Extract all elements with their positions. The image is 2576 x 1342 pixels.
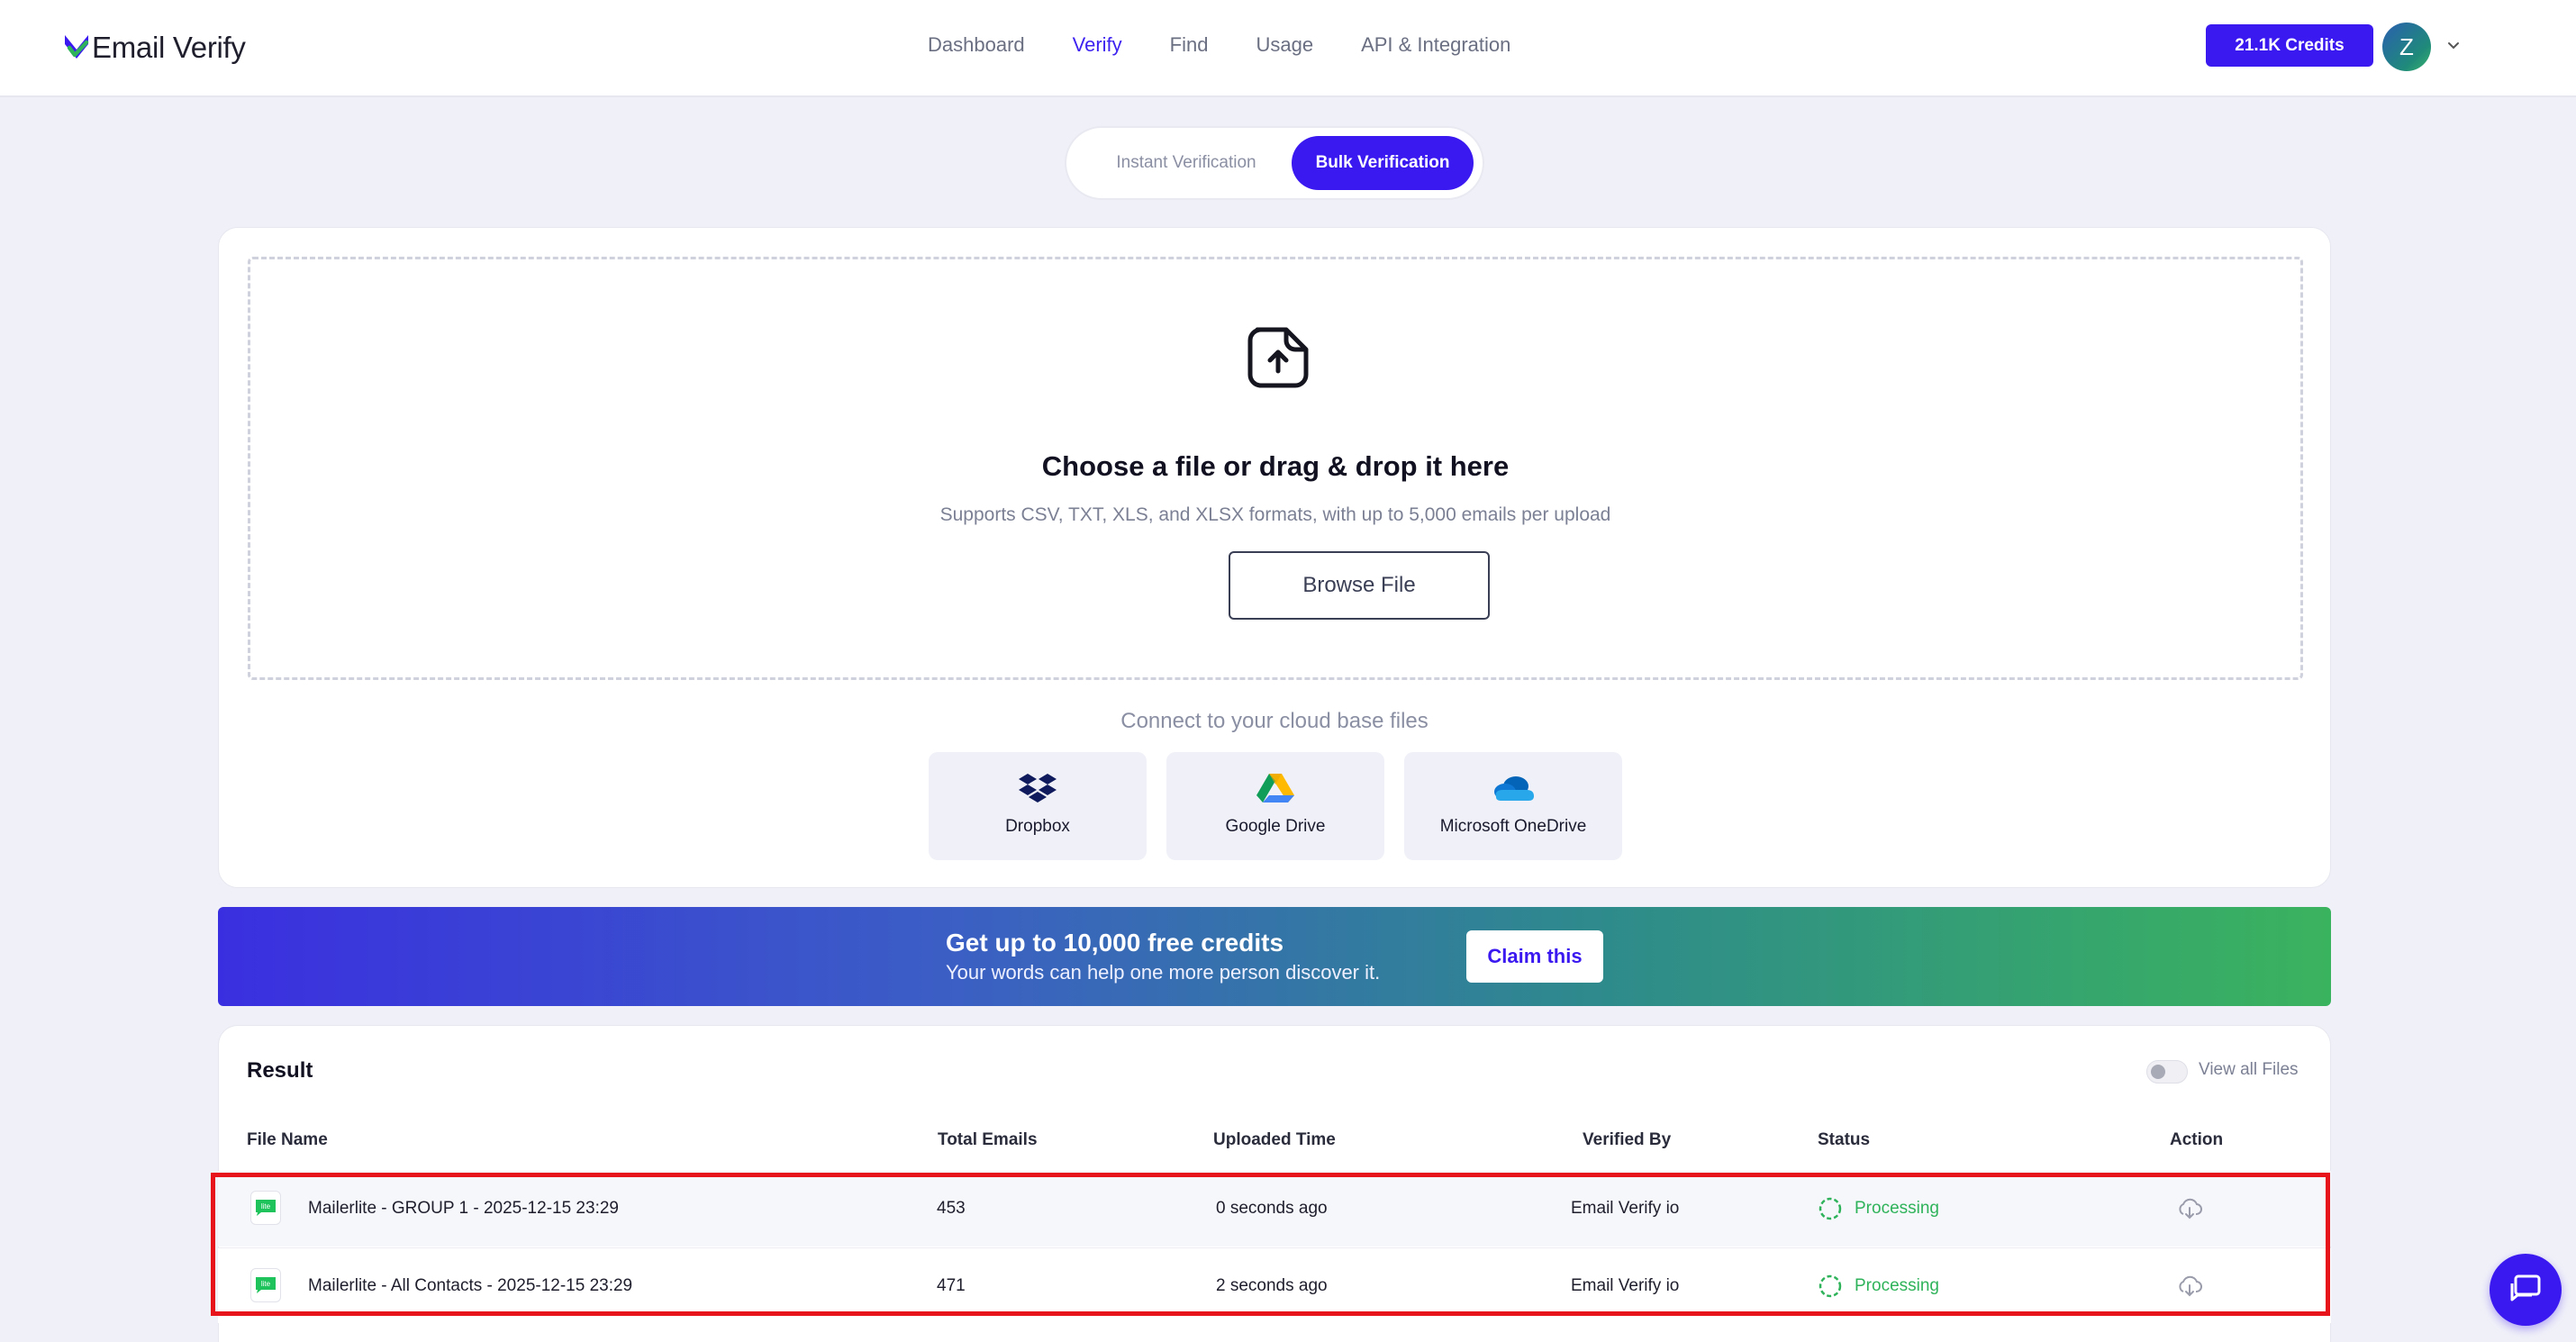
app-logo[interactable]: Email Verify [63, 27, 246, 68]
uploaded-time-cell: 2 seconds ago [1216, 1276, 1328, 1295]
processing-spinner-icon [1819, 1197, 1842, 1220]
cloud-download-icon[interactable] [2176, 1195, 2203, 1222]
free-credits-banner: Get up to 10,000 free credits Your words… [218, 907, 2331, 1006]
dropbox-icon [1019, 774, 1057, 802]
table-row: lite Mailerlite - GROUP 1 - 2025-12-15 2… [218, 1171, 2331, 1247]
verification-mode-switch: Instant Verification Bulk Verification [1065, 126, 1484, 200]
column-header-status: Status [1818, 1130, 1871, 1149]
upload-card: Choose a file or drag & drop it here Sup… [218, 227, 2331, 888]
nav-item-api-integration[interactable]: API & Integration [1361, 27, 1510, 63]
browse-file-button[interactable]: Browse File [1229, 551, 1490, 620]
cloud-source-label: Dropbox [1005, 817, 1070, 836]
uploaded-time-cell: 0 seconds ago [1216, 1199, 1328, 1218]
dropzone-subtitle: Supports CSV, TXT, XLS, and XLSX formats… [939, 504, 1611, 525]
mailerlite-source-icon: lite [250, 1191, 281, 1225]
nav-item-usage[interactable]: Usage [1256, 27, 1313, 63]
mailerlite-source-icon: lite [250, 1268, 281, 1302]
nav-item-dashboard[interactable]: Dashboard [928, 27, 1025, 63]
tab-bulk-verification[interactable]: Bulk Verification [1292, 136, 1474, 190]
file-name-cell[interactable]: Mailerlite - All Contacts - 2025-12-15 2… [308, 1248, 632, 1324]
processing-spinner-icon [1819, 1274, 1842, 1298]
dropzone-title: Choose a file or drag & drop it here [1041, 450, 1510, 482]
status-text: Processing [1855, 1276, 1939, 1295]
column-header-action: Action [2170, 1130, 2224, 1149]
tab-instant-verification[interactable]: Instant Verification [1075, 136, 1297, 190]
view-all-files-label: View all Files [2199, 1060, 2299, 1079]
logo-mark-icon [65, 35, 89, 59]
column-header-uploaded-time: Uploaded Time [1213, 1130, 1336, 1149]
main-nav: Dashboard Verify Find Usage API & Integr… [928, 27, 1558, 63]
total-emails-cell: 471 [937, 1276, 966, 1295]
verified-by-cell: Email Verify io [1571, 1276, 1680, 1295]
onedrive-icon [1494, 776, 1534, 801]
google-drive-icon [1256, 774, 1294, 802]
view-all-files-toggle[interactable] [2146, 1060, 2188, 1084]
cloud-sources-caption: Connect to your cloud base files [1120, 709, 1429, 733]
status-text: Processing [1855, 1199, 1939, 1218]
cloud-source-onedrive[interactable]: Microsoft OneDrive [1404, 752, 1622, 860]
cloud-download-icon[interactable] [2176, 1273, 2203, 1300]
column-header-file-name: File Name [247, 1130, 328, 1149]
chat-icon [2510, 1274, 2541, 1301]
source-badge-text: lite [261, 1202, 271, 1211]
table-row: lite Mailerlite - All Contacts - 2025-12… [218, 1247, 2331, 1323]
status-badge: Processing [1817, 1171, 1939, 1247]
avatar[interactable]: Z [2382, 23, 2431, 71]
credits-button[interactable]: 21.1K Credits [2206, 24, 2373, 67]
nav-item-find[interactable]: Find [1170, 27, 1209, 63]
row-action [2176, 1248, 2203, 1324]
verified-by-cell: Email Verify io [1571, 1199, 1680, 1218]
cloud-source-label: Microsoft OneDrive [1439, 817, 1587, 836]
claim-credits-button[interactable]: Claim this [1466, 930, 1603, 983]
status-badge: Processing [1817, 1248, 1939, 1324]
logo-text: Email Verify [92, 31, 246, 64]
file-name-cell[interactable]: Mailerlite - GROUP 1 - 2025-12-15 23:29 [308, 1171, 619, 1247]
cloud-source-google-drive[interactable]: Google Drive [1166, 752, 1384, 860]
row-action [2176, 1171, 2203, 1247]
total-emails-cell: 453 [937, 1199, 966, 1218]
column-header-total-emails: Total Emails [938, 1130, 1038, 1149]
banner-subtitle: Your words can help one more person disc… [946, 961, 1381, 984]
cloud-source-label: Google Drive [1225, 817, 1326, 836]
cloud-source-dropbox[interactable]: Dropbox [929, 752, 1147, 860]
results-title: Result [247, 1058, 313, 1083]
banner-title: Get up to 10,000 free credits [946, 929, 1284, 957]
source-badge-text: lite [261, 1280, 271, 1288]
chevron-down-icon[interactable] [2444, 36, 2463, 54]
file-upload-icon [1247, 327, 1309, 388]
file-dropzone[interactable]: Choose a file or drag & drop it here Sup… [248, 257, 2303, 680]
support-chat-button[interactable] [2490, 1254, 2562, 1326]
column-header-verified-by: Verified By [1583, 1130, 1672, 1149]
toggle-knob [2151, 1065, 2165, 1079]
nav-item-verify[interactable]: Verify [1073, 27, 1122, 63]
top-navigation-bar: Email Verify Dashboard Verify Find Usage… [0, 0, 2576, 97]
